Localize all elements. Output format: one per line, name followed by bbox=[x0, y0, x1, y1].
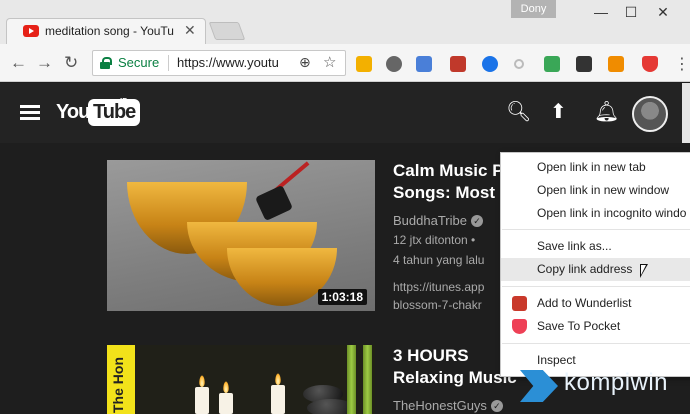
context-menu: Open link in new tab Open link in new wi… bbox=[500, 152, 690, 377]
extension-icon-1[interactable] bbox=[356, 56, 372, 72]
extension-icon-9[interactable] bbox=[608, 56, 624, 72]
video-title-1-line1[interactable]: Calm Music P bbox=[393, 160, 504, 182]
channel-name-1[interactable]: BuddhaTribe ✓ bbox=[393, 213, 483, 228]
page-scrollbar[interactable] bbox=[682, 83, 690, 143]
youtube-header: You Tube ID 🔍︎ ⬆︎ 🔔︎ bbox=[0, 83, 690, 143]
menu-item-copy-link-address[interactable]: Copy link address bbox=[501, 258, 690, 281]
youtube-region-label: ID bbox=[120, 97, 128, 106]
bamboo-graphic bbox=[347, 345, 356, 414]
browser-menu-icon[interactable]: ⋮ bbox=[674, 54, 690, 74]
minimize-button[interactable]: — bbox=[586, 2, 616, 22]
menu-item-add-to-wunderlist[interactable]: Add to Wunderlist bbox=[501, 292, 690, 315]
video-thumbnail-2[interactable]: The Hon bbox=[107, 345, 375, 414]
menu-item-label: Inspect bbox=[537, 353, 576, 367]
flame-graphic bbox=[199, 375, 205, 387]
pocket-extension-icon[interactable] bbox=[386, 56, 402, 72]
bookmark-star-icon[interactable]: ☆ bbox=[323, 53, 336, 71]
pocket-icon bbox=[512, 319, 527, 334]
verified-check-icon: ✓ bbox=[490, 400, 503, 412]
address-divider bbox=[168, 55, 169, 71]
menu-divider bbox=[502, 343, 690, 344]
hamburger-menu-icon[interactable] bbox=[20, 105, 40, 121]
menu-item-label: Open link in new window bbox=[537, 183, 670, 197]
extension-icon-8[interactable] bbox=[576, 56, 592, 72]
notifications-bell-icon[interactable]: 🔔︎ bbox=[594, 99, 619, 124]
reload-button[interactable]: ↻ bbox=[64, 53, 78, 73]
wunderlist-icon bbox=[512, 296, 527, 311]
video-title-2-line2[interactable]: Relaxing Music bbox=[393, 367, 517, 389]
extension-icon-10[interactable] bbox=[642, 56, 658, 72]
menu-divider bbox=[502, 229, 690, 230]
candle-graphic bbox=[271, 385, 285, 414]
browser-tab-active[interactable]: meditation song - YouTu ✕ bbox=[6, 18, 206, 44]
youtube-favicon-icon bbox=[23, 25, 39, 37]
video-duration: 1:03:18 bbox=[317, 289, 367, 305]
address-bar[interactable]: Secure https://www.youtu ⊕ ☆ bbox=[92, 50, 346, 76]
video-title-1-line2[interactable]: Songs: Most F bbox=[393, 182, 510, 204]
candle-graphic bbox=[219, 393, 233, 414]
extension-icon-4[interactable] bbox=[450, 56, 466, 72]
extension-icon-6[interactable] bbox=[514, 59, 524, 69]
menu-item-label: Save link as... bbox=[537, 239, 612, 253]
lock-icon bbox=[100, 57, 112, 69]
youtube-logo-tube[interactable]: Tube bbox=[88, 99, 141, 126]
secure-label[interactable]: Secure bbox=[118, 55, 159, 70]
youtube-logo-you[interactable]: You bbox=[56, 101, 90, 124]
channel-name-text[interactable]: BuddhaTribe bbox=[393, 213, 467, 228]
upload-icon[interactable]: ⬆︎ bbox=[550, 99, 567, 124]
view-count-1: 12 jtx ditonton • bbox=[393, 233, 476, 247]
search-icon[interactable]: 🔍︎ bbox=[506, 99, 531, 124]
video-description-line1: https://itunes.app bbox=[393, 280, 485, 294]
honest-guys-band: The Hon bbox=[107, 345, 135, 414]
tab-title: meditation song - YouTu bbox=[45, 24, 174, 38]
menu-item-label: Copy link address bbox=[537, 262, 633, 276]
channel-name-2[interactable]: TheHonestGuys ✓ bbox=[393, 398, 503, 413]
extension-icon-5[interactable] bbox=[482, 56, 498, 72]
watermark: kompiwin bbox=[520, 366, 690, 406]
bamboo-graphic bbox=[363, 345, 372, 414]
menu-item-label: Open link in new tab bbox=[537, 160, 646, 174]
browser-title-bar: meditation song - YouTu ✕ Dony — ☐ ✕ bbox=[0, 0, 690, 44]
mallet-head-graphic bbox=[254, 184, 294, 222]
profile-badge[interactable]: Dony bbox=[511, 0, 556, 18]
kompiwin-logo-icon bbox=[520, 370, 558, 402]
menu-divider bbox=[502, 286, 690, 287]
menu-item-open-new-tab[interactable]: Open link in new tab bbox=[501, 156, 690, 179]
menu-item-save-to-pocket[interactable]: Save To Pocket bbox=[501, 315, 690, 338]
flame-graphic bbox=[275, 373, 281, 385]
menu-item-open-new-window[interactable]: Open link in new window bbox=[501, 179, 690, 202]
translate-extension-icon[interactable] bbox=[416, 56, 432, 72]
tab-close-icon[interactable]: ✕ bbox=[184, 22, 196, 39]
mouse-cursor-icon bbox=[640, 264, 648, 278]
back-button[interactable]: ← bbox=[10, 53, 27, 73]
maximize-button[interactable]: ☐ bbox=[616, 2, 646, 22]
menu-item-save-link-as[interactable]: Save link as... bbox=[501, 235, 690, 258]
video-title-2-line1[interactable]: 3 HOURS bbox=[393, 345, 469, 367]
flame-graphic bbox=[223, 381, 229, 393]
thumbnail-text: The Hon bbox=[110, 357, 126, 413]
candle-graphic bbox=[195, 387, 209, 414]
menu-item-open-incognito[interactable]: Open link in incognito windo bbox=[501, 202, 690, 225]
url-text[interactable]: https://www.youtu bbox=[177, 55, 295, 70]
browser-toolbar: ← → ↻ Secure https://www.youtu ⊕ ☆ ⋮ bbox=[0, 44, 690, 82]
avatar[interactable] bbox=[632, 96, 668, 132]
close-window-button[interactable]: ✕ bbox=[648, 2, 678, 22]
menu-item-label: Add to Wunderlist bbox=[537, 296, 632, 310]
video-thumbnail-1[interactable]: 1:03:18 bbox=[107, 160, 375, 311]
forward-button[interactable]: → bbox=[36, 53, 53, 73]
video-description-line2: blossom-7-chakr bbox=[393, 298, 482, 312]
channel-name-text[interactable]: TheHonestGuys bbox=[393, 398, 487, 413]
menu-item-label: Open link in incognito windo bbox=[537, 206, 687, 220]
upload-age-1: 4 tahun yang lalu bbox=[393, 253, 485, 267]
new-tab-button[interactable] bbox=[208, 22, 246, 40]
watermark-text: kompiwin bbox=[564, 369, 669, 396]
extension-icon-7[interactable] bbox=[544, 56, 560, 72]
verified-check-icon: ✓ bbox=[470, 215, 483, 227]
zoom-icon[interactable]: ⊕ bbox=[299, 54, 311, 71]
menu-item-label: Save To Pocket bbox=[537, 319, 621, 333]
